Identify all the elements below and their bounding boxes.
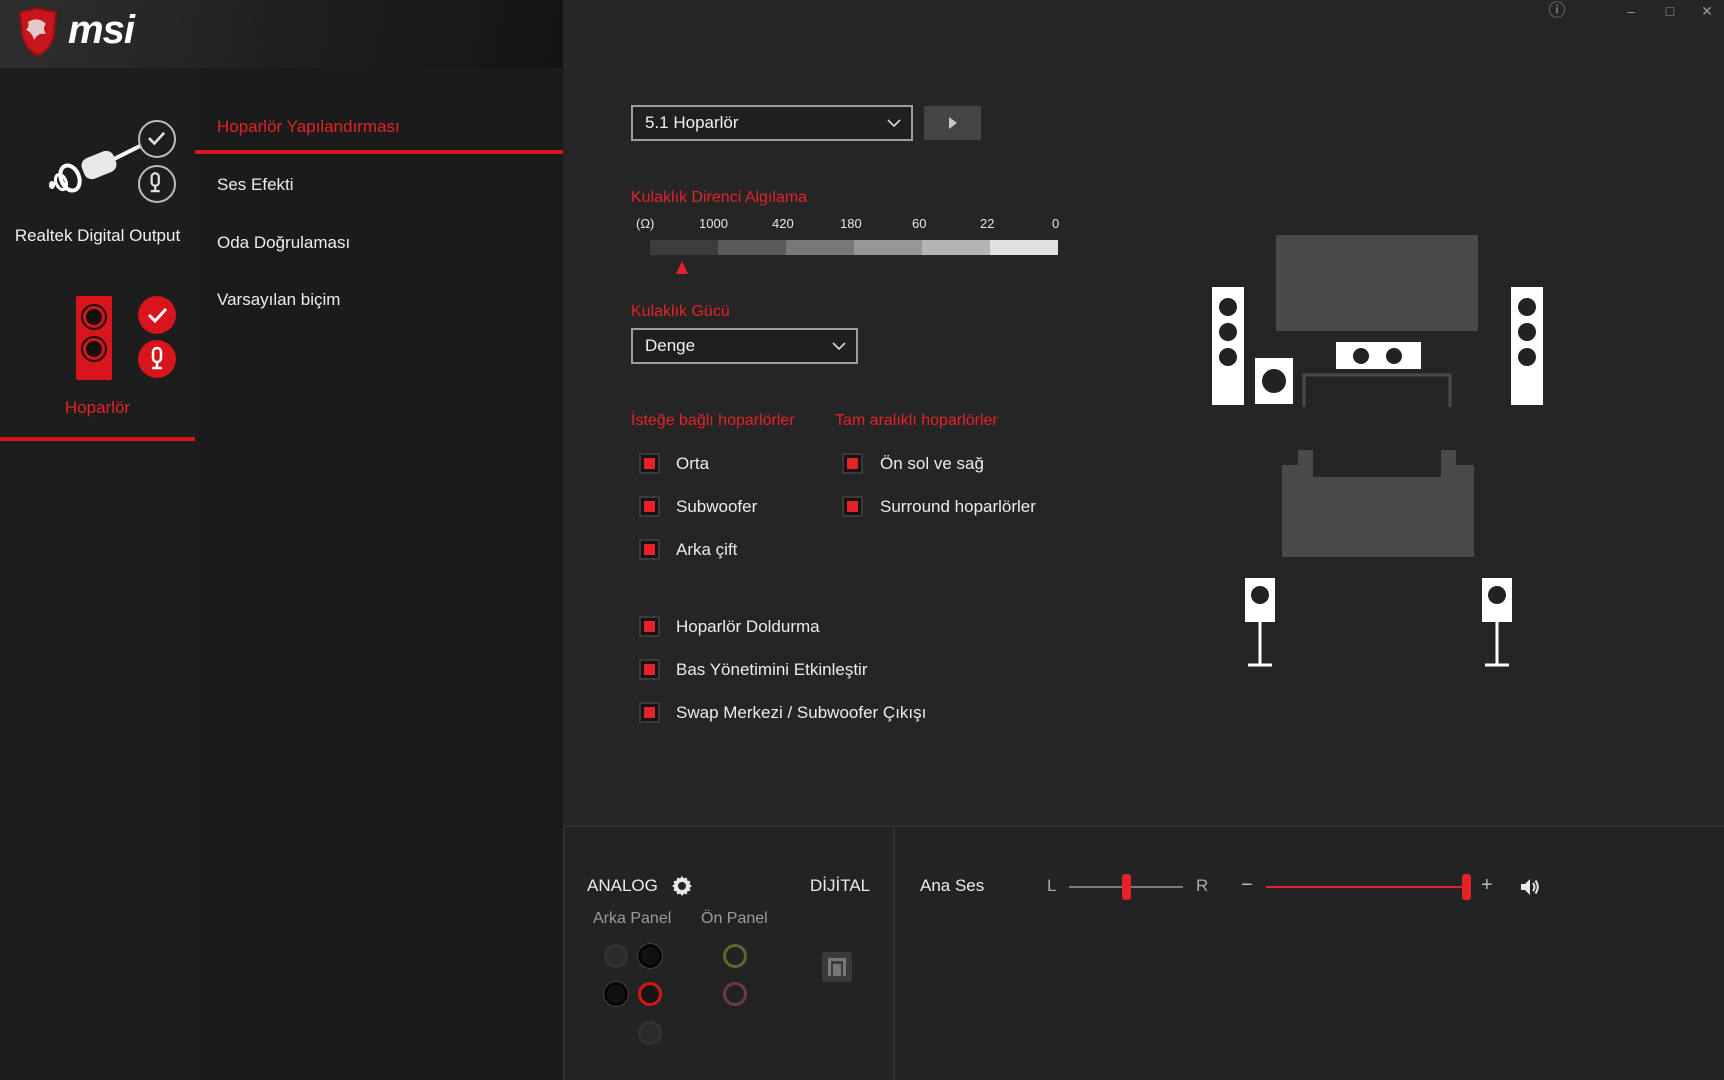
- couch-icon: [1282, 450, 1474, 557]
- gear-icon[interactable]: [670, 874, 694, 898]
- settings-nav: Hoparlör Yapılandırması Ses Efekti Oda D…: [195, 68, 563, 1080]
- rear-jack-gray-1[interactable]: [604, 944, 628, 968]
- msi-dragon-shield-icon: [18, 6, 58, 58]
- checkbox-label-arka-cift: Arka çift: [676, 540, 738, 559]
- digital-cable-plug-icon: [49, 144, 141, 193]
- impedance-segment: [718, 240, 786, 255]
- checkbox-label-bas-yonetimi: Bas Yönetimini Etkinleştir: [676, 660, 868, 679]
- balance-right-label: R: [1196, 876, 1209, 895]
- checkbox-subwoofer[interactable]: [639, 496, 660, 517]
- checkbox-label-orta: Orta: [676, 454, 710, 473]
- front-jack-green[interactable]: [723, 944, 747, 968]
- speaker-volume-icon[interactable]: [1518, 875, 1542, 899]
- impedance-segment: [990, 240, 1058, 255]
- analog-label: ANALOG: [587, 876, 658, 895]
- speaker-config-select[interactable]: 5.1 Hoparlör: [631, 105, 913, 141]
- impedance-segment: [650, 240, 718, 255]
- headphone-power-title: Kulaklık Gücü: [631, 303, 730, 320]
- balance-slider-thumb[interactable]: [1122, 874, 1131, 900]
- checkbox-swap-merkezi[interactable]: [639, 702, 660, 723]
- checkbox-label-subwoofer: Subwoofer: [676, 497, 758, 516]
- maximize-button[interactable]: □: [1655, 0, 1685, 24]
- bottom-divider: [893, 827, 895, 1080]
- device-selected-check-icon: [138, 296, 176, 334]
- headphone-power-select[interactable]: Denge: [631, 328, 858, 364]
- front-right-speaker-icon: [1511, 287, 1543, 405]
- rear-jack-black-1[interactable]: [638, 944, 662, 968]
- impedance-tick-22: 22: [980, 216, 995, 231]
- balance-left-label: L: [1047, 876, 1057, 895]
- checkbox-bas-yonetimi[interactable]: [639, 659, 660, 680]
- rear-jack-black-2[interactable]: [604, 982, 628, 1006]
- checkbox-label-surround-hoparlorler: Surround hoparlörler: [880, 497, 1036, 516]
- microphone-icon: [138, 165, 176, 203]
- volume-plus-button[interactable]: +: [1481, 874, 1493, 897]
- device-check-icon: [138, 120, 176, 158]
- impedance-segment: [854, 240, 922, 255]
- nav-item-hoparlor-yapilandirmasi[interactable]: Hoparlör Yapılandırması: [217, 117, 400, 137]
- device-label-hoparlor: Hoparlör: [64, 398, 131, 417]
- headphone-power-value: Denge: [645, 336, 696, 355]
- checkbox-label-hoparlor-doldurma: Hoparlör Doldurma: [676, 617, 820, 636]
- rear-jack-gray-2[interactable]: [638, 1021, 662, 1045]
- nav-item-oda-dogrulamasi[interactable]: Oda Doğrulaması: [217, 233, 350, 253]
- impedance-tick-60: 60: [912, 216, 927, 231]
- close-button[interactable]: ✕: [1692, 0, 1722, 24]
- info-icon[interactable]: ⓘ: [1542, 0, 1572, 24]
- checkbox-surround-hoparlorler[interactable]: [842, 496, 863, 517]
- rear-panel-label: Arka Panel: [593, 910, 672, 927]
- checkbox-hoparlor-doldurma[interactable]: [639, 616, 660, 637]
- tv-screen-icon: [1276, 235, 1478, 331]
- impedance-tick-1000: 1000: [699, 216, 728, 231]
- rear-left-speaker-icon: [1245, 578, 1275, 667]
- bottom-left-edge: [563, 825, 565, 1080]
- optional-speakers-title: İsteğe bağlı hoparlörler: [631, 412, 795, 429]
- checkbox-arka-cift[interactable]: [639, 539, 660, 560]
- front-panel-label: Ön Panel: [701, 910, 768, 927]
- device-microphone-icon: [138, 340, 176, 378]
- checkbox-label-swap-merkezi: Swap Merkezi / Subwoofer Çıkışı: [676, 703, 927, 722]
- nav-item-ses-efekti[interactable]: Ses Efekti: [217, 175, 294, 195]
- front-jack-pink[interactable]: [723, 982, 747, 1006]
- center-speaker-icon: [1336, 342, 1421, 369]
- checkbox-orta[interactable]: [639, 453, 660, 474]
- play-icon: [949, 117, 957, 129]
- impedance-unit-label: (Ω): [636, 216, 655, 231]
- nav-item-varsayilan-bicim[interactable]: Varsayılan biçim: [217, 290, 340, 310]
- full-range-speakers-title: Tam aralıklı hoparlörler: [835, 412, 998, 429]
- volume-slider-thumb[interactable]: [1462, 874, 1471, 900]
- impedance-scale-bar: [650, 240, 1058, 255]
- speaker-device-icon: [76, 296, 112, 380]
- speaker-config-value: 5.1 Hoparlör: [645, 113, 739, 132]
- speaker-layout-diagram: [1212, 235, 1543, 667]
- volume-slider-track[interactable]: [1266, 886, 1466, 888]
- device-selected-indicator: [0, 437, 195, 441]
- nav-active-indicator: [195, 150, 563, 154]
- impedance-segment: [786, 240, 854, 255]
- digital-label: DİJİTAL: [810, 876, 871, 895]
- impedance-segment: [922, 240, 990, 255]
- minimize-button[interactable]: –: [1616, 0, 1646, 24]
- impedance-tick-180: 180: [840, 216, 862, 231]
- digital-output-port-icon[interactable]: [822, 952, 852, 982]
- front-left-speaker-icon: [1212, 287, 1244, 405]
- device-label-realtek: Realtek Digital Output: [14, 226, 181, 245]
- headphone-impedance-title: Kulaklık Direnci Algılama: [631, 189, 808, 206]
- impedance-tick-0: 0: [1052, 216, 1060, 231]
- impedance-marker-icon: [676, 261, 688, 274]
- checkbox-label-on-sol-ve-sag: Ön sol ve sağ: [880, 454, 984, 473]
- volume-minus-button[interactable]: −: [1241, 874, 1253, 897]
- checkbox-on-sol-ve-sag[interactable]: [842, 453, 863, 474]
- brand-logo: msi: [68, 8, 135, 52]
- master-volume-label: Ana Ses: [920, 876, 985, 895]
- play-test-button[interactable]: [924, 106, 981, 140]
- rear-right-speaker-icon: [1482, 578, 1512, 667]
- chevron-down-icon: [887, 119, 901, 128]
- impedance-tick-420: 420: [772, 216, 794, 231]
- subwoofer-speaker-icon: [1255, 358, 1293, 404]
- chevron-down-icon: [832, 342, 846, 351]
- rear-jack-red[interactable]: [638, 982, 662, 1006]
